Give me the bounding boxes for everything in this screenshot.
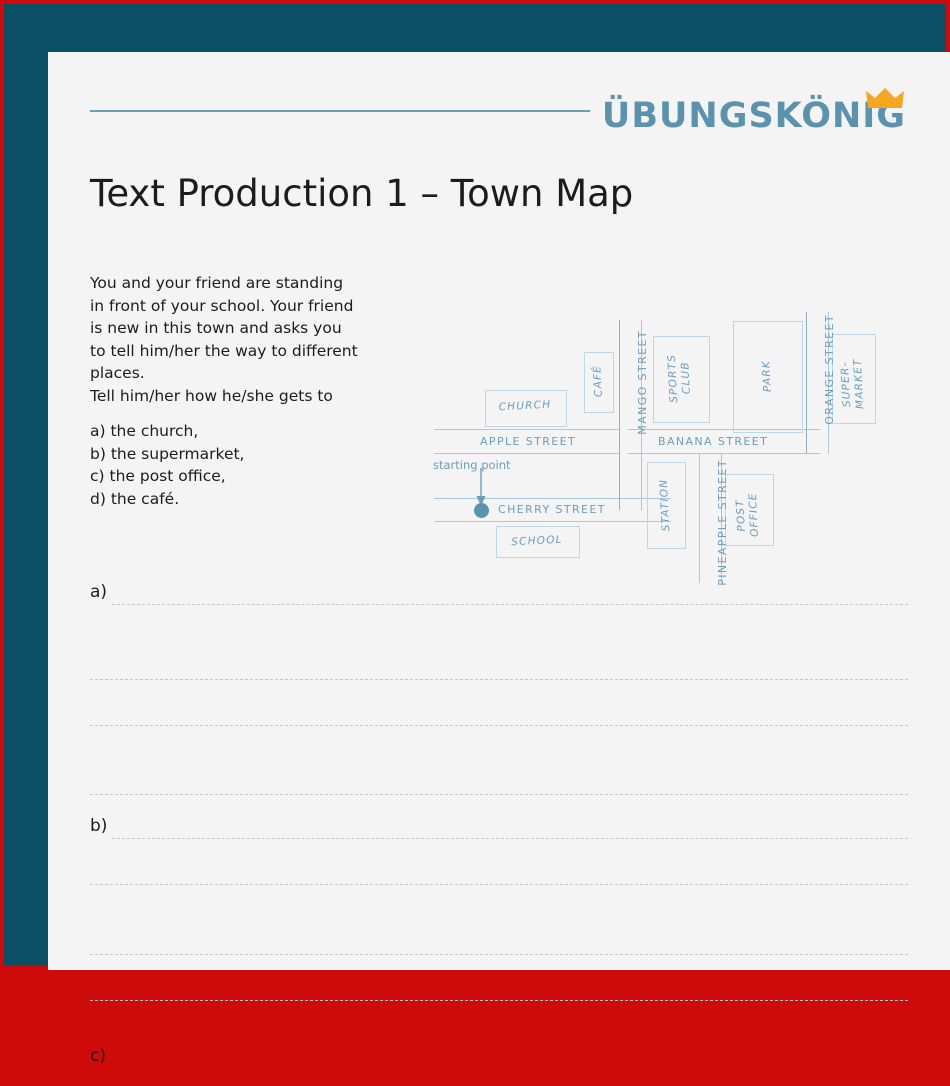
page-title: Text Production 1 – Town Map bbox=[90, 172, 634, 215]
street-label-cherry: CHERRY STREET bbox=[498, 503, 606, 516]
header-rule bbox=[90, 110, 590, 112]
answer-writing-line[interactable] bbox=[90, 954, 908, 955]
sports-club-line-2: CLUB bbox=[679, 360, 693, 395]
task-item-c: c) the post office, bbox=[90, 467, 226, 485]
task-item-b: b) the supermarket, bbox=[90, 444, 245, 463]
logo-wordmark: ÜBUNGSKÖNIG bbox=[601, 96, 906, 136]
post-office-line-2: OFFICE bbox=[746, 492, 762, 538]
supermarket-line-2: MARKET bbox=[851, 358, 867, 410]
building-label-sports-club: SPORTS CLUB bbox=[665, 337, 695, 418]
starting-point-arrow-icon bbox=[476, 468, 486, 506]
pineapple-street-edge-left bbox=[699, 453, 700, 583]
sports-club-line-1: SPORTS bbox=[665, 353, 681, 404]
answer-letter-a: a) bbox=[90, 582, 108, 602]
answer-block-b: b) bbox=[90, 816, 908, 1026]
answer-writing-line[interactable] bbox=[90, 1000, 908, 1001]
instruction-line: is new in this town and asks you bbox=[90, 319, 342, 337]
post-office-line-1: POST bbox=[734, 498, 748, 532]
answer-writing-line[interactable] bbox=[90, 725, 908, 726]
crown-icon bbox=[866, 88, 904, 108]
answer-writing-line[interactable] bbox=[112, 604, 908, 605]
street-label-mango: MANGO STREET bbox=[636, 330, 649, 435]
answer-letter-c: c) bbox=[90, 1046, 106, 1066]
supermarket-line-1: SUPER- bbox=[838, 361, 854, 408]
street-label-apple: APPLE STREET bbox=[480, 435, 577, 448]
apple-street-edge-bottom bbox=[434, 453, 619, 454]
street-label-banana: BANANA STREET bbox=[658, 435, 769, 448]
street-label-orange: ORANGE STREET bbox=[823, 314, 836, 425]
answer-block-c: c) bbox=[90, 1046, 908, 1086]
answer-writing-line[interactable] bbox=[112, 838, 908, 839]
street-label-pineapple: PINEAPPLE STREET bbox=[716, 459, 729, 586]
answer-block-a: a) bbox=[90, 582, 908, 795]
instruction-line: places. bbox=[90, 364, 145, 382]
starting-point-label: starting point bbox=[433, 458, 511, 472]
task-item-d: d) the café. bbox=[90, 489, 180, 508]
instruction-line: You and your friend are standing bbox=[90, 274, 344, 292]
answer-area: a) b) c) bbox=[90, 582, 908, 1086]
apple-street-edge-top bbox=[434, 429, 619, 430]
task-item-a: a) the church, bbox=[90, 422, 199, 440]
answer-writing-line[interactable] bbox=[90, 679, 908, 680]
worksheet-page: ÜBUNGSKÖNIG Text Production 1 – Town Map… bbox=[48, 52, 950, 1066]
answer-writing-line[interactable] bbox=[90, 884, 908, 885]
cherry-street-edge-top bbox=[434, 498, 671, 499]
answer-letter-b: b) bbox=[90, 816, 108, 836]
starting-point-marker bbox=[474, 503, 489, 518]
cherry-street-edge-bottom bbox=[434, 521, 671, 522]
building-label-post-office: POST OFFICE bbox=[733, 474, 763, 555]
instructions-block: You and your friend are standing in fron… bbox=[90, 272, 410, 510]
instruction-line: to tell him/her the way to different bbox=[90, 341, 358, 360]
town-map: CHURCH CAFÉ SPORTS CLUB PARK SUPER- MARKET… bbox=[388, 262, 888, 586]
ubungskonig-logo: ÜBUNGSKÖNIG bbox=[601, 88, 906, 140]
instruction-line: Tell him/her how he/she gets to bbox=[90, 386, 333, 405]
banana-street-edge-bottom bbox=[628, 453, 820, 454]
building-label-supermarket: SUPER- MARKET bbox=[838, 343, 868, 424]
mango-street-edge-left bbox=[619, 320, 620, 510]
answer-writing-line[interactable] bbox=[90, 794, 908, 795]
instruction-line: in front of your school. Your friend bbox=[90, 296, 354, 315]
page-frame: ÜBUNGSKÖNIG Text Production 1 – Town Map… bbox=[4, 4, 950, 1066]
orange-street-edge-left bbox=[806, 312, 807, 454]
